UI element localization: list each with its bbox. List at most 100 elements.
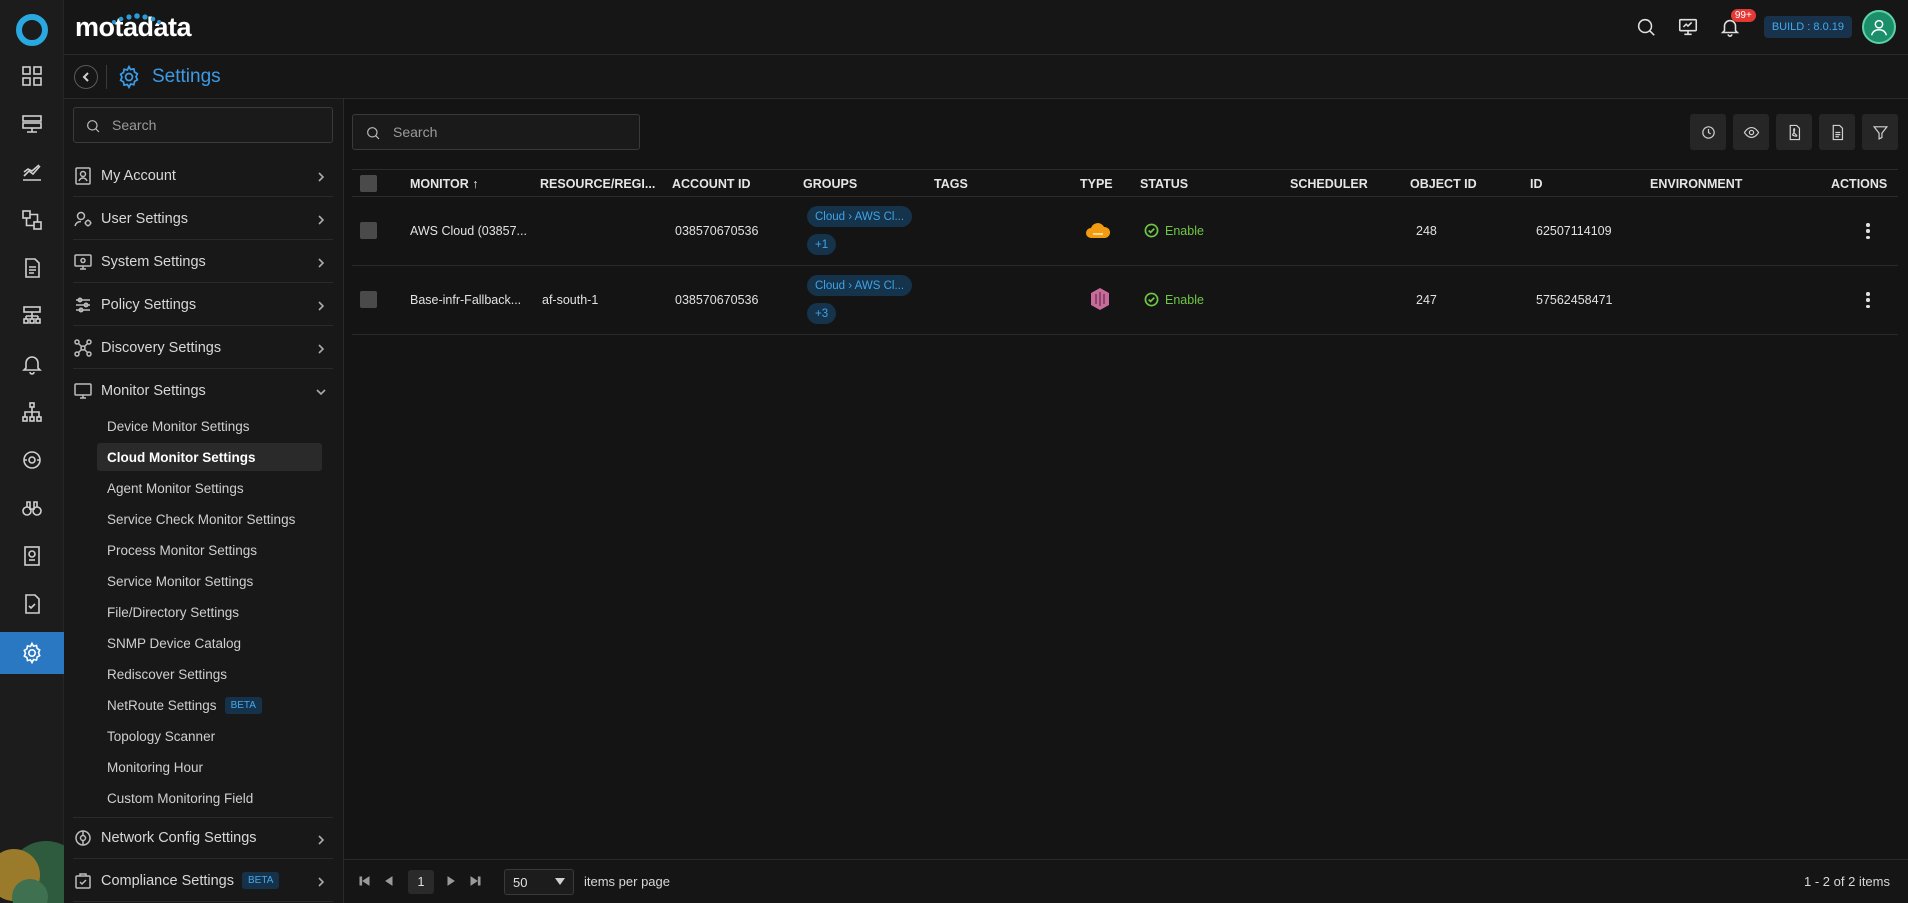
- notification-count-badge: 99+: [1730, 9, 1756, 22]
- sidebar-subitem-netroute[interactable]: NetRoute Settings BETA: [97, 691, 322, 719]
- dashboard-icon[interactable]: [0, 56, 64, 96]
- page-size-select[interactable]: 50: [504, 869, 574, 895]
- sidebar-subitem-monitoring-hour[interactable]: Monitoring Hour: [97, 753, 322, 781]
- column-header-tags[interactable]: TAGS: [934, 177, 968, 191]
- table-header: MONITOR ↑ RESOURCE/REGI... ACCOUNT ID GR…: [352, 169, 1898, 197]
- back-button[interactable]: [74, 65, 98, 89]
- sidebar-subitem-device-monitor[interactable]: Device Monitor Settings: [97, 412, 322, 440]
- sidebar-item-system-settings[interactable]: System Settings: [73, 241, 333, 283]
- column-header-environment[interactable]: ENVIRONMENT: [1650, 177, 1742, 191]
- last-page-icon[interactable]: [468, 874, 482, 888]
- nav-rail: [0, 0, 64, 903]
- alert-bell-icon[interactable]: [0, 344, 64, 384]
- next-page-icon[interactable]: [444, 874, 458, 888]
- group-chip[interactable]: Cloud › AWS Cl...: [807, 206, 913, 227]
- sidebar-subitem-topology-scanner[interactable]: Topology Scanner: [97, 722, 322, 750]
- sidebar-item-label: User Settings: [101, 210, 189, 227]
- sidebar-subitem-custom-monitoring-field[interactable]: Custom Monitoring Field: [97, 784, 322, 812]
- settings-gear-icon: [116, 64, 142, 90]
- sidebar-item-network-config-settings[interactable]: Network Config Settings: [73, 817, 333, 859]
- screen-monitor-icon[interactable]: [1672, 11, 1704, 43]
- binoculars-icon[interactable]: [0, 488, 64, 528]
- log-icon[interactable]: [0, 248, 64, 288]
- cell-resource-region: af-south-1: [542, 293, 599, 307]
- cell-monitor[interactable]: AWS Cloud (03857...: [410, 224, 528, 238]
- group-more-chip[interactable]: +1: [807, 234, 837, 255]
- column-header-status[interactable]: STATUS: [1140, 177, 1188, 191]
- row-checkbox[interactable]: [360, 291, 377, 308]
- sort-ascending-icon: ↑: [472, 177, 479, 191]
- sidebar-subitem-snmp-catalog[interactable]: SNMP Device Catalog: [97, 629, 322, 657]
- app-root: motadata 99+ BUILD : 8.0.19 Settings Sea…: [0, 0, 1908, 903]
- report-icon[interactable]: [0, 536, 64, 576]
- column-header-object-id[interactable]: OBJECT ID: [1410, 177, 1477, 191]
- cell-id: 57562458471: [1536, 293, 1613, 307]
- sidebar-item-label: Monitor Settings: [101, 383, 206, 399]
- sidebar-item-policy-settings[interactable]: Policy Settings: [73, 284, 333, 326]
- select-all-checkbox[interactable]: [360, 175, 377, 192]
- column-header-id[interactable]: ID: [1530, 177, 1543, 191]
- sidebar-search-input[interactable]: [112, 108, 327, 142]
- row-actions-menu-icon[interactable]: [1860, 221, 1876, 241]
- current-page-button[interactable]: 1: [408, 870, 434, 894]
- settings-gear-icon[interactable]: [0, 632, 64, 674]
- breadcrumb: Settings: [64, 55, 1908, 99]
- notification-bell-icon[interactable]: 99+: [1714, 9, 1756, 43]
- app-logo-icon[interactable]: [16, 14, 48, 46]
- global-search-icon[interactable]: [1630, 11, 1662, 43]
- column-header-resource-region[interactable]: RESOURCE/REGI...: [540, 177, 655, 191]
- sidebar-subitem-service-check-monitor[interactable]: Service Check Monitor Settings: [97, 505, 322, 533]
- row-checkbox[interactable]: [360, 222, 377, 239]
- sidebar-subitem-file-directory[interactable]: File/Directory Settings: [97, 598, 322, 626]
- settings-sidebar: My Account User Settings System Settings…: [64, 99, 344, 903]
- column-header-scheduler[interactable]: SCHEDULER: [1290, 177, 1368, 191]
- sidebar-subitem-service-monitor[interactable]: Service Monitor Settings: [97, 567, 322, 595]
- table-row[interactable]: Base-infr-Fallback... af-south-1 0385706…: [352, 266, 1898, 335]
- history-button[interactable]: [1690, 114, 1726, 150]
- item-count-label: 1 - 2 of 2 items: [1804, 874, 1890, 889]
- main-content: MONITOR ↑ RESOURCE/REGI... ACCOUNT ID GR…: [344, 99, 1908, 903]
- first-page-icon[interactable]: [358, 874, 372, 888]
- apm-icon[interactable]: [0, 440, 64, 480]
- sidebar-item-my-account[interactable]: My Account: [73, 155, 333, 197]
- sidebar-subitem-cloud-monitor[interactable]: Cloud Monitor Settings: [97, 443, 322, 471]
- flow-icon[interactable]: [0, 200, 64, 240]
- csv-file-icon: [1832, 124, 1843, 140]
- user-avatar[interactable]: [1862, 10, 1896, 44]
- sidebar-item-user-settings[interactable]: User Settings: [73, 198, 333, 240]
- table-row[interactable]: AWS Cloud (03857... 038570670536 Cloud ›…: [352, 197, 1898, 266]
- topology-icon[interactable]: [0, 296, 64, 336]
- prev-page-icon[interactable]: [382, 874, 396, 888]
- sidebar-item-compliance-settings[interactable]: Compliance Settings BETA: [73, 860, 333, 902]
- row-actions-menu-icon[interactable]: [1860, 290, 1876, 310]
- cell-id: 62507114109: [1536, 224, 1612, 238]
- sidebar-item-monitor-settings[interactable]: Monitor Settings: [73, 370, 333, 412]
- filter-icon: [1872, 125, 1888, 140]
- column-header-groups[interactable]: GROUPS: [803, 177, 857, 191]
- sidebar-subitem-rediscover[interactable]: Rediscover Settings: [97, 660, 322, 688]
- view-button[interactable]: [1733, 114, 1769, 150]
- metric-explorer-icon[interactable]: [0, 152, 64, 192]
- cell-object-id: 247: [1416, 293, 1437, 307]
- audit-icon[interactable]: [0, 584, 64, 624]
- items-per-page-label: items per page: [584, 874, 670, 889]
- column-header-account-id[interactable]: ACCOUNT ID: [672, 177, 750, 191]
- group-more-chip[interactable]: +3: [807, 303, 837, 324]
- network-tree-icon[interactable]: [0, 392, 64, 432]
- column-header-type[interactable]: TYPE: [1080, 177, 1113, 191]
- sidebar-subitem-process-monitor[interactable]: Process Monitor Settings: [97, 536, 322, 564]
- sidebar-item-label: Compliance Settings: [101, 872, 234, 889]
- grid-search-input[interactable]: [393, 115, 633, 149]
- clock-icon: [1701, 125, 1715, 139]
- export-pdf-button[interactable]: [1776, 114, 1812, 150]
- cell-account-id: 038570670536: [675, 224, 759, 238]
- cell-monitor[interactable]: Base-infr-Fallback...: [410, 293, 528, 307]
- filter-button[interactable]: [1862, 114, 1898, 150]
- export-csv-button[interactable]: [1819, 114, 1855, 150]
- sidebar-subitem-agent-monitor[interactable]: Agent Monitor Settings: [97, 474, 322, 502]
- chevron-right-icon: [315, 256, 327, 268]
- group-chip[interactable]: Cloud › AWS Cl...: [807, 275, 913, 296]
- column-header-monitor[interactable]: MONITOR ↑: [410, 177, 479, 191]
- sidebar-item-discovery-settings[interactable]: Discovery Settings: [73, 327, 333, 369]
- inventory-icon[interactable]: [0, 104, 64, 144]
